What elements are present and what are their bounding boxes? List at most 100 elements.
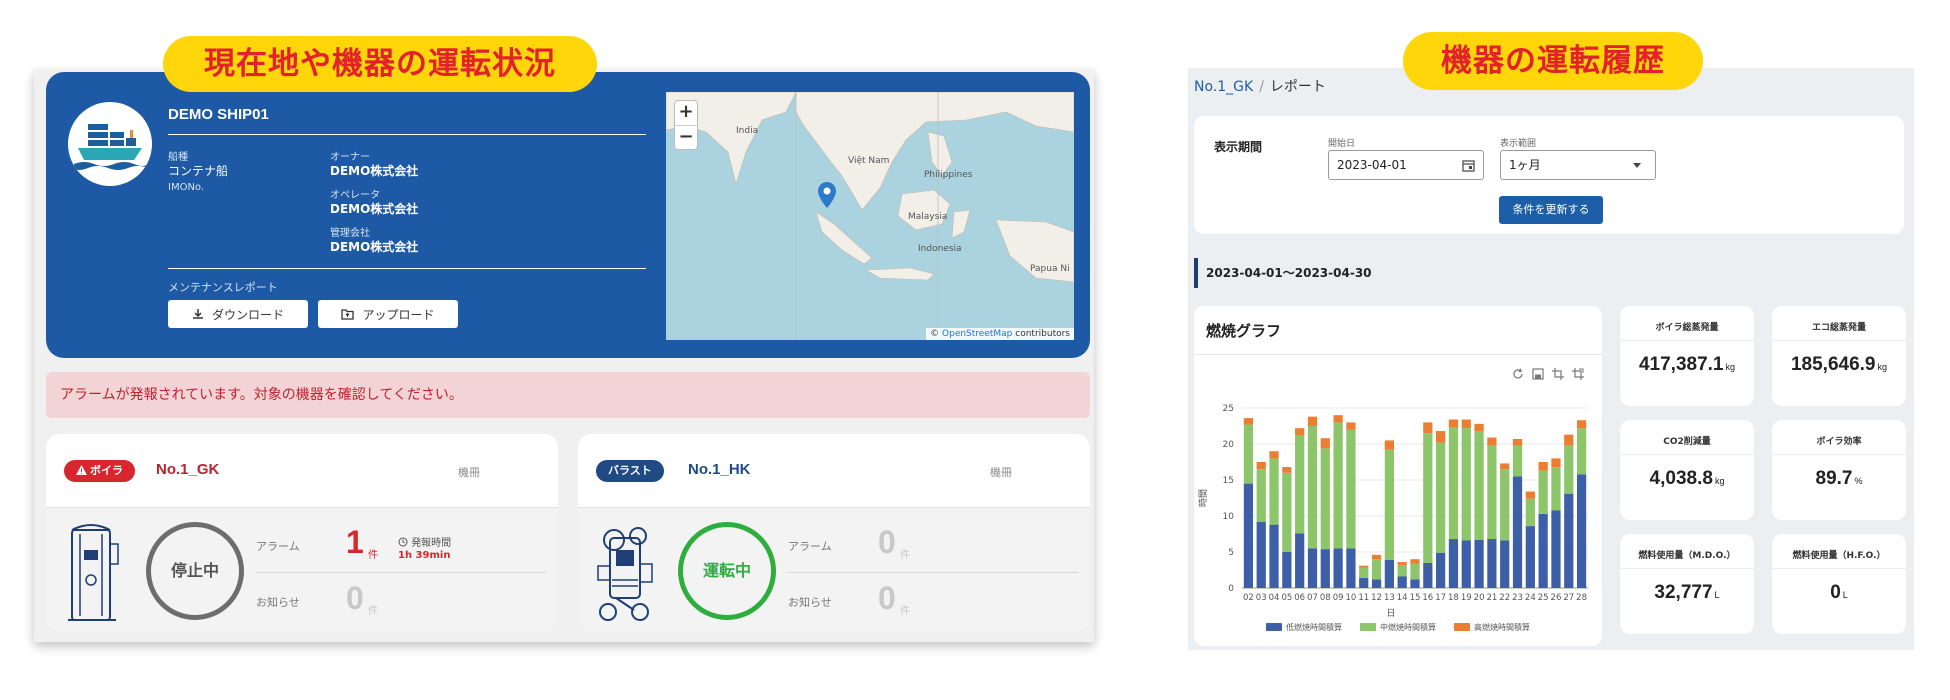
stat-value-wrap: 417,387.1 kg: [1620, 354, 1754, 376]
x-tick-label: 26: [1551, 593, 1562, 603]
bar-segment: [1397, 562, 1407, 565]
stat-unit: L: [1842, 590, 1848, 600]
x-tick-label: 02: [1243, 593, 1254, 603]
legend-label: 中燃焼時間積算: [1380, 622, 1436, 632]
stat-unit: kg: [1877, 362, 1888, 372]
bar-segment: [1282, 467, 1292, 473]
equipment-card-ballast[interactable]: バラスト No.1_HK 機冊 運転中 アラーム 0 件 お知らせ 0 件: [578, 434, 1090, 632]
filter-title: 表示期間: [1214, 140, 1263, 154]
map-zoom-control: + −: [674, 100, 698, 150]
stat-card: ボイラ総蒸発量 417,387.1 kg: [1620, 306, 1754, 406]
equipment-name[interactable]: No.1_GK: [156, 461, 219, 478]
notice-label: お知らせ: [788, 596, 832, 609]
bar-segment: [1436, 552, 1446, 588]
x-tick-label: 10: [1346, 593, 1357, 603]
alarm-label: アラーム: [256, 540, 300, 553]
bar-segment: [1448, 419, 1459, 428]
equipment-badge: バラスト: [596, 460, 664, 482]
bar-segment: [1282, 472, 1292, 552]
zoom-in-button[interactable]: +: [675, 101, 697, 125]
calendar-icon[interactable]: [1462, 159, 1475, 172]
equipment-card-boiler[interactable]: ボイラ No.1_GK 機冊 停止中 アラーム 1 件 発報時間 1h 39mi…: [46, 434, 558, 632]
openstreetmap-link[interactable]: OpenStreetMap: [942, 329, 1012, 339]
equipment-badge: ボイラ: [64, 460, 135, 482]
bar-segment: [1410, 579, 1420, 588]
range-select[interactable]: 1ヶ月: [1500, 150, 1656, 180]
breadcrumb: No.1_GK / レポート: [1194, 76, 1326, 96]
x-axis-label: 日: [1386, 608, 1395, 619]
bar-segment: [1307, 426, 1318, 549]
status-stopped-indicator: 停止中: [146, 522, 244, 620]
bar-segment: [1525, 491, 1535, 499]
operator-value: DEMO株式会社: [330, 202, 419, 216]
stat-card: ボイラ効率 89.7%: [1772, 420, 1906, 520]
y-tick-label: 10: [1223, 512, 1235, 522]
notice-count: 0: [878, 580, 896, 616]
stat-value: 32,777: [1654, 582, 1713, 603]
bar-segment: [1448, 427, 1459, 540]
ballast-system-icon: [594, 520, 658, 628]
x-tick-label: 03: [1256, 593, 1267, 603]
bar-segment: [1564, 493, 1574, 588]
bar-segment: [1333, 415, 1343, 423]
upload-button[interactable]: アップロード: [318, 300, 458, 328]
start-date-input[interactable]: 2023-04-01: [1328, 150, 1484, 180]
bar-segment: [1500, 540, 1510, 588]
update-conditions-button[interactable]: 条件を更新する: [1499, 196, 1603, 224]
bar-segment: [1243, 418, 1254, 425]
operator-label: オペレータ: [330, 190, 380, 201]
x-tick-label: 09: [1333, 593, 1344, 603]
bar-segment: [1576, 428, 1587, 475]
alarm-count: 1: [346, 524, 364, 560]
x-tick-label: 13: [1384, 593, 1395, 603]
stat-value-wrap: 89.7%: [1772, 468, 1906, 490]
x-tick-label: 16: [1422, 593, 1433, 603]
vessel-dashboard: DEMO SHIP01 船種 コンテナ船 IMONo. オーナー DEMO株式会…: [34, 70, 1094, 642]
stat-label: エコ総蒸発量: [1811, 323, 1866, 333]
notice-unit: 件: [900, 606, 910, 617]
download-button[interactable]: ダウンロード: [168, 300, 308, 328]
map-label: India: [736, 126, 759, 136]
notice-label: お知らせ: [256, 596, 300, 609]
position-map[interactable]: + − India Việt Nam Philippines Malaysia …: [666, 92, 1074, 340]
x-tick-label: 23: [1512, 593, 1523, 603]
stat-value: 4,038.8: [1649, 468, 1713, 489]
map-label: Indonesia: [918, 244, 962, 254]
divider: [168, 268, 646, 269]
alarm-unit: 件: [368, 550, 378, 561]
equipment-card-header: バラスト No.1_HK 機冊: [578, 434, 1090, 508]
y-tick-label: 15: [1223, 476, 1234, 486]
bar-segment: [1461, 428, 1471, 541]
stat-value: 89.7: [1815, 468, 1853, 489]
bar-segment: [1359, 577, 1369, 588]
map-label: Việt Nam: [848, 156, 890, 166]
owner-label: オーナー: [330, 152, 370, 163]
divider: [788, 572, 1078, 573]
x-tick-label: 14: [1397, 593, 1408, 603]
breadcrumb-equipment-link[interactable]: No.1_GK: [1194, 79, 1253, 95]
stat-value: 185,646.9: [1790, 354, 1876, 375]
stat-label: 燃料使用量（M.D.O.）: [1638, 551, 1736, 561]
bar-segment: [1269, 524, 1279, 588]
y-tick-label: 25: [1223, 404, 1234, 414]
bar-segment: [1500, 463, 1510, 470]
bar-segment: [1307, 548, 1318, 588]
bar-segment: [1359, 567, 1369, 578]
y-axis-label: 時間: [1198, 489, 1209, 507]
bar-segment: [1410, 563, 1420, 580]
status-running-indicator: 運転中: [678, 522, 776, 620]
bar-segment: [1551, 510, 1561, 588]
equipment-name[interactable]: No.1_HK: [688, 461, 751, 478]
bar-segment: [1307, 416, 1318, 426]
bar-segment: [1564, 445, 1574, 494]
stat-card: CO2削減量 4,038.8 kg: [1620, 420, 1754, 520]
ship-location-pin-icon[interactable]: [818, 182, 836, 208]
zoom-out-button[interactable]: −: [675, 125, 697, 149]
bar-segment: [1282, 552, 1292, 588]
bar-segment: [1384, 449, 1394, 560]
machine-label: 機冊: [990, 466, 1012, 479]
notice-unit: 件: [368, 606, 378, 617]
legend-swatch: [1454, 623, 1470, 631]
bar-segment: [1333, 548, 1343, 588]
x-tick-label: 11: [1358, 593, 1369, 603]
